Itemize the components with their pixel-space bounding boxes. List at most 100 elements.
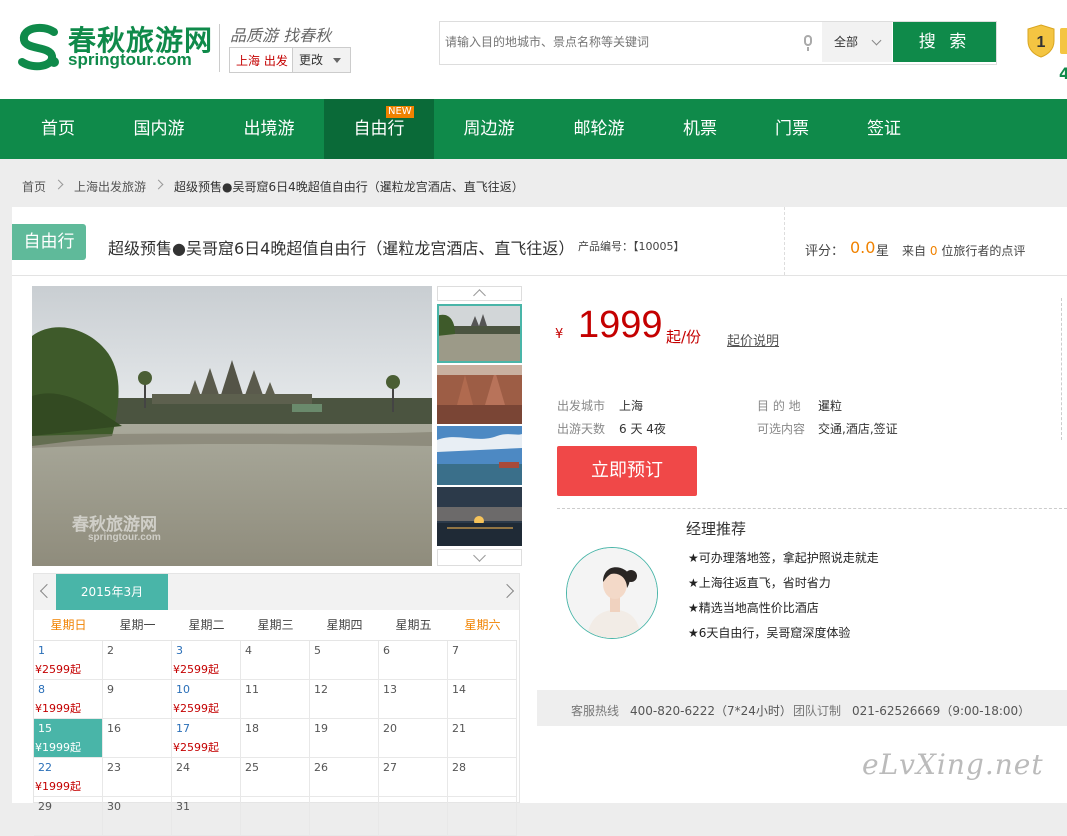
chevron-down-icon — [871, 35, 882, 46]
calendar-day-cell: 6 — [379, 641, 448, 680]
search-bar: 全部 搜 索 — [439, 21, 997, 65]
calendar-day-cell[interactable]: 22 ¥1999起 — [34, 758, 103, 797]
calendar-day-number: 24 — [176, 761, 190, 774]
calendar-day-number: 26 — [314, 761, 328, 774]
depart-city-value: 上海 — [619, 399, 644, 413]
calendar-day-price: ¥1999起 — [35, 741, 81, 754]
nav-item-home[interactable]: 首页 — [20, 99, 96, 159]
rating-divider — [784, 207, 785, 275]
calendar-day-cell[interactable]: 10 ¥2599起 — [172, 680, 241, 719]
thumbnail-1[interactable] — [437, 304, 522, 363]
depart-city-label: 出发城市 — [557, 399, 606, 413]
departure-city-selector[interactable]: 上海 出发 更改 — [229, 47, 351, 73]
calendar-day-cell: 21 — [448, 719, 517, 758]
change-city-label: 更改 — [299, 53, 324, 67]
search-input[interactable] — [440, 22, 822, 62]
calendar-day-number: 8 — [38, 683, 45, 696]
calendar-day-number: 7 — [452, 644, 459, 657]
product-title: 超级预售●吴哥窟6日4晚超值自由行（暹粒龙宫酒店、直飞往返） — [108, 239, 575, 258]
calendar-day-cell[interactable]: 1 ¥2599起 — [34, 641, 103, 680]
calendar-day-cell: 24 — [172, 758, 241, 797]
calendar-day-number: 4 — [245, 644, 252, 657]
reviews-suffix: 位旅行者的点评 — [941, 244, 1026, 258]
nav-item-domestic[interactable]: 国内游 — [118, 99, 200, 159]
calendar-day-cell: 5 — [310, 641, 379, 680]
dropdown-arrow-icon — [333, 58, 341, 63]
breadcrumb-home[interactable]: 首页 — [22, 178, 46, 195]
chevron-up-icon — [473, 289, 486, 302]
image-watermark-en: springtour.com — [88, 532, 161, 543]
site-watermark: eLvXing.net — [862, 748, 1044, 781]
calendar-next-icon[interactable] — [499, 583, 515, 599]
calendar-day-number: 5 — [314, 644, 321, 657]
angkor-wat-photo: 春秋旅游网 springtour.com — [32, 286, 432, 566]
calendar-day-number: 17 — [176, 722, 190, 735]
nav-item-tickets[interactable]: 门票 — [760, 99, 824, 159]
thumbnail-image — [437, 304, 522, 363]
change-city-button[interactable]: 更改 — [292, 48, 350, 72]
calendar-day-cell[interactable]: 17 ¥2599起 — [172, 719, 241, 758]
rating-label: 评分： — [805, 244, 845, 259]
logo-text-en[interactable]: springtour.com — [68, 50, 192, 70]
calendar-day-cell: 7 — [448, 641, 517, 680]
breadcrumb-current: 超级预售●吴哥窟6日4晚超值自由行（暹粒龙宫酒店、直飞往返） — [174, 180, 524, 194]
review-count[interactable]: 来自 0 位旅行者的点评 — [902, 242, 1025, 259]
thumbnail-image — [437, 365, 522, 424]
thumbnails-scroll-up[interactable] — [437, 286, 522, 302]
nav-item-visa[interactable]: 签证 — [852, 99, 916, 159]
thumbnail-3[interactable] — [437, 426, 522, 485]
calendar-weekday: 星期二 — [172, 610, 241, 641]
nav-item-flights[interactable]: 机票 — [668, 99, 732, 159]
calendar-day-number: 30 — [107, 800, 121, 813]
thumbnail-4[interactable] — [437, 487, 522, 546]
manager-portrait — [567, 548, 657, 638]
logo-icon[interactable] — [14, 22, 64, 72]
calendar-prev-icon[interactable] — [39, 583, 55, 599]
main-product-image[interactable]: 春秋旅游网 springtour.com — [32, 286, 432, 566]
calendar-day-price: ¥1999起 — [35, 780, 81, 793]
breadcrumb-shanghai[interactable]: 上海出发旅游 — [74, 178, 146, 195]
main-nav: 首页 国内游 出境游 自由行 周边游 邮轮游 机票 门票 签证 — [0, 99, 1067, 159]
recommend-title: 经理推荐 — [686, 520, 747, 538]
search-category-select[interactable]: 全部 — [822, 22, 892, 62]
calendar-day-cell: 16 — [103, 719, 172, 758]
calendar-day-number: 18 — [245, 722, 259, 735]
calendar-day-number: 27 — [383, 761, 397, 774]
nav-item-outbound[interactable]: 出境游 — [228, 99, 310, 159]
slogan: 品质游 找春秋 — [230, 26, 332, 45]
product-type-tag: 自由行 — [12, 224, 86, 260]
nav-item-free-travel[interactable]: 自由行 — [324, 99, 434, 159]
secondary-badge-icon — [1060, 28, 1067, 54]
recommend-item: ★精选当地高性价比酒店 — [688, 601, 819, 615]
microphone-icon[interactable] — [804, 35, 812, 46]
calendar-weekday: 星期六 — [448, 610, 517, 641]
calendar-day-number: 13 — [383, 683, 397, 696]
calendar-day-cell: 2 — [103, 641, 172, 680]
departure-calendar: 2015年3月 星期日 星期一 星期二 星期三 星期四 星期五 星期六 1 ¥2599起 2 3 ¥… — [33, 573, 520, 836]
thumbnails-scroll-down[interactable] — [437, 549, 522, 566]
shield-badge-icon[interactable]: 1 — [1027, 24, 1055, 58]
calendar-day-number: 10 — [176, 683, 190, 696]
microphone-stem — [807, 47, 809, 51]
calendar-day-cell[interactable]: 15 ¥1999起 — [34, 719, 103, 758]
thumbnail-2[interactable] — [437, 365, 522, 424]
calendar-day-cell[interactable]: 8 ¥1999起 — [34, 680, 103, 719]
book-now-button[interactable]: 立即预订 — [557, 446, 697, 496]
logo-divider — [219, 24, 220, 72]
calendar-day-price: ¥2599起 — [173, 702, 219, 715]
new-badge: NEW — [386, 106, 414, 118]
price-note-link[interactable]: 起价说明 — [727, 330, 779, 349]
search-button[interactable]: 搜 索 — [893, 22, 996, 62]
breadcrumb-separator-icon — [153, 179, 164, 190]
calendar-day-number: 3 — [176, 644, 183, 657]
breadcrumb-separator-icon — [53, 179, 64, 190]
calendar-day-number: 15 — [38, 722, 52, 735]
calendar-day-cell: 14 — [448, 680, 517, 719]
calendar-month-tab[interactable]: 2015年3月 — [56, 574, 168, 610]
calendar-day-cell[interactable]: 3 ¥2599起 — [172, 641, 241, 680]
nav-item-nearby[interactable]: 周边游 — [448, 99, 530, 159]
calendar-weekday: 星期一 — [103, 610, 172, 641]
nav-item-cruise[interactable]: 邮轮游 — [558, 99, 640, 159]
group-order-value: 021-62526669（9:00-18:00） — [852, 704, 1031, 718]
calendar-day-number: 16 — [107, 722, 121, 735]
